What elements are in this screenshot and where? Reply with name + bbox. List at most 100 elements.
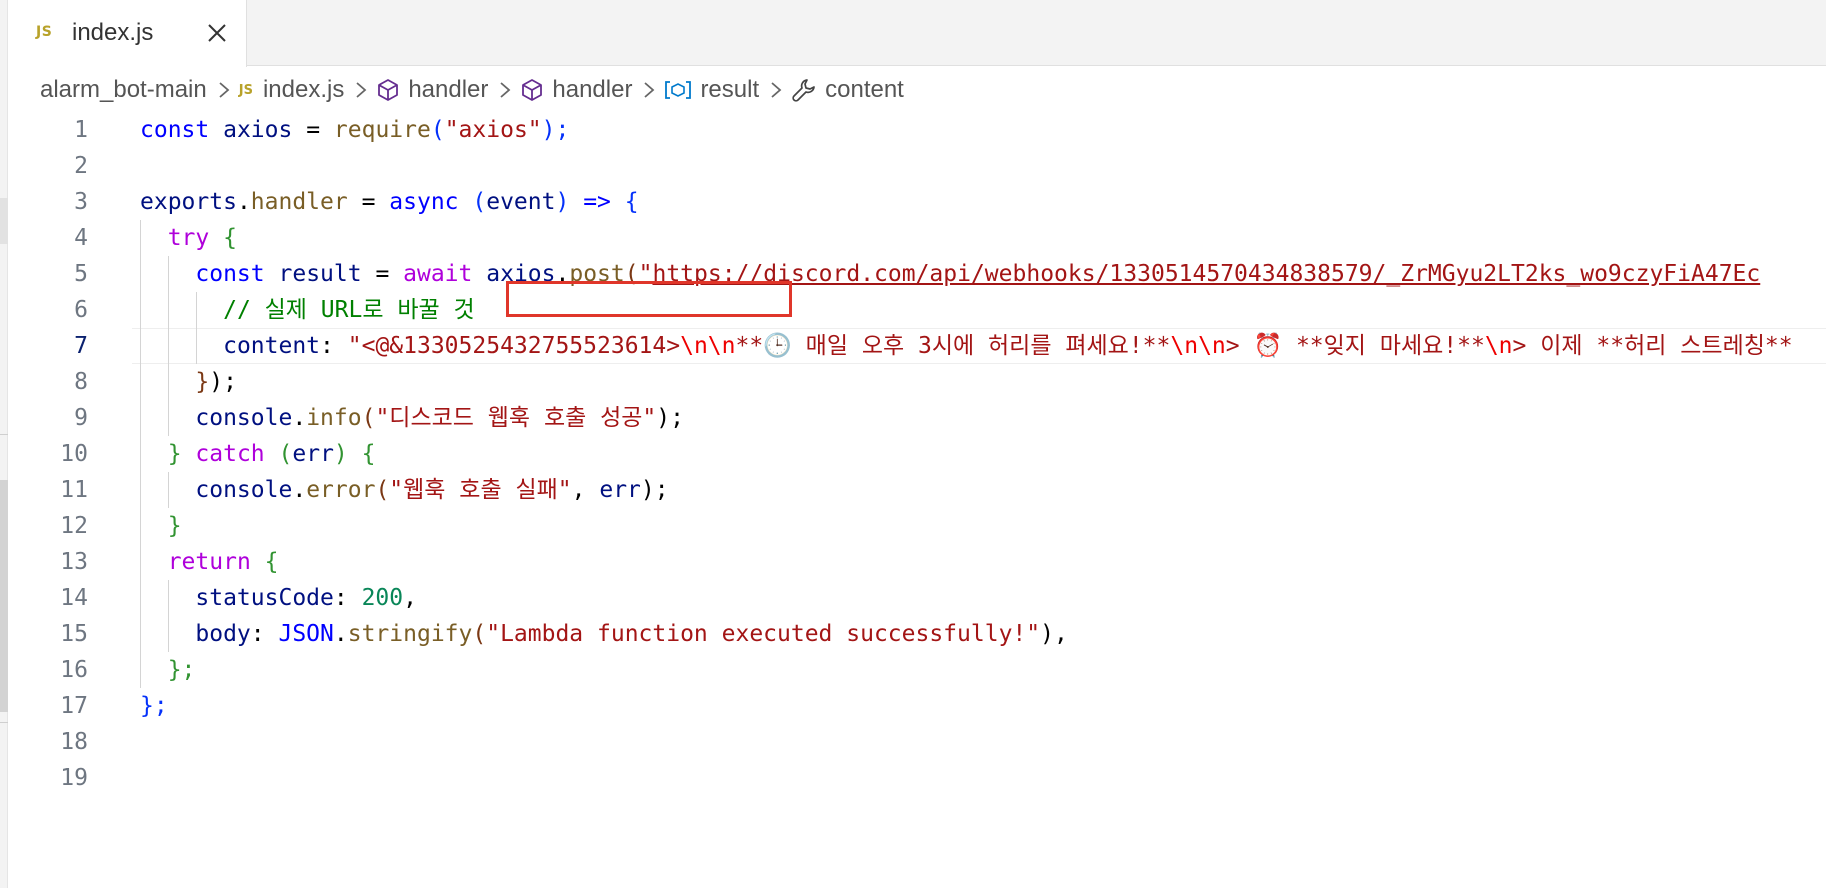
- indent-guide: [140, 580, 141, 616]
- code-token: body: [195, 621, 251, 647]
- line-number: 14: [60, 585, 88, 611]
- code-token: "디스코드 웹훅 호출 성공": [375, 405, 657, 431]
- code-token: .: [292, 477, 307, 503]
- code-line-current[interactable]: content: "<@&1330525432755523614>\n\n**🕒…: [132, 328, 1826, 364]
- indent-guide: [168, 472, 169, 508]
- breadcrumb-item-result[interactable]: result: [664, 76, 759, 104]
- close-icon[interactable]: [204, 20, 230, 46]
- breadcrumb-label: content: [825, 76, 904, 103]
- line-number: 16: [60, 657, 88, 683]
- line-number: 2: [74, 153, 88, 179]
- line-number: 6: [74, 297, 88, 323]
- breadcrumb-item-content[interactable]: content: [791, 76, 904, 104]
- code-token: .: [236, 189, 251, 215]
- indent-guide: [140, 220, 141, 256]
- code-token: console: [195, 405, 293, 431]
- line-number: 11: [60, 477, 88, 503]
- line-number: 8: [74, 369, 88, 395]
- code-token: .: [292, 405, 307, 431]
- breadcrumb-item-file[interactable]: JS index.js: [239, 76, 345, 104]
- tab-index-js[interactable]: JS index.js: [8, 0, 247, 67]
- code-token: =: [361, 261, 404, 287]
- code-token: return: [167, 549, 251, 575]
- line-number: 9: [74, 405, 88, 431]
- code-token: {: [610, 189, 639, 215]
- indent-guide: [196, 292, 197, 328]
- strip-indicator: [0, 198, 8, 244]
- code-token: statusCode: [195, 585, 334, 611]
- strip-scroll-thumb[interactable]: [0, 480, 8, 712]
- line-number-active: 7: [74, 333, 88, 359]
- code-token: :: [250, 621, 279, 647]
- line-number: 12: [60, 513, 88, 539]
- code-line[interactable]: [140, 760, 1826, 796]
- code-token: console: [195, 477, 293, 503]
- code-token: };: [167, 657, 196, 683]
- breadcrumb-label: result: [700, 76, 760, 103]
- wrench-icon: [792, 79, 815, 102]
- cube-icon: [522, 79, 543, 101]
- indent-guide: [168, 328, 169, 364]
- code-token: );: [209, 369, 237, 395]
- code-token: =: [292, 117, 334, 143]
- code-token: ,: [403, 585, 417, 611]
- breadcrumb: alarm_bot-main JS index.js handler handl…: [40, 72, 904, 108]
- code-token: err: [292, 441, 334, 467]
- code-line[interactable]: const result = await axios.post("https:/…: [140, 256, 1826, 292]
- code-line[interactable]: const axios = require("axios");: [140, 112, 1826, 148]
- code-line[interactable]: body: JSON.stringify("Lambda function ex…: [140, 616, 1826, 652]
- code-line[interactable]: [140, 148, 1826, 184]
- webhook-url-link[interactable]: https://discord.com/api/webhooks/1330514…: [652, 261, 1760, 287]
- code-line[interactable]: };: [140, 688, 1826, 724]
- code-token: {: [250, 549, 279, 575]
- indent-guide: [140, 256, 141, 292]
- code-line[interactable]: };: [140, 652, 1826, 688]
- code-token: {: [361, 441, 376, 467]
- code-line[interactable]: });: [140, 364, 1826, 400]
- code-editor[interactable]: 1 2 3 4 5 6 7 8 9 10 11 12 13 14 15 16 1…: [8, 112, 1826, 888]
- indent-guide: [140, 292, 141, 328]
- line-number: 19: [60, 765, 88, 791]
- indent-guide: [140, 364, 141, 400]
- indent-guide: [140, 616, 141, 652]
- code-line[interactable]: // 실제 URL로 바꿀 것: [140, 292, 1826, 328]
- code-token: axios: [223, 117, 293, 143]
- code-token: \n\n: [680, 333, 736, 359]
- breadcrumb-label: alarm_bot-main: [40, 76, 207, 103]
- line-number-gutter: 1 2 3 4 5 6 7 8 9 10 11 12 13 14 15 16 1…: [8, 112, 88, 796]
- code-line[interactable]: return {: [140, 544, 1826, 580]
- indent-guide: [168, 400, 169, 436]
- code-line[interactable]: try {: [140, 220, 1826, 256]
- code-token: }: [195, 369, 210, 395]
- indent-guide: [168, 292, 169, 328]
- code-line[interactable]: } catch (err) {: [140, 436, 1826, 472]
- code-line[interactable]: statusCode: 200,: [140, 580, 1826, 616]
- code-line[interactable]: }: [140, 508, 1826, 544]
- indent-guide: [140, 508, 141, 544]
- code-line[interactable]: exports.handler = async (event) => {: [140, 184, 1826, 220]
- breadcrumb-item-handler-2[interactable]: handler: [520, 76, 632, 104]
- line-number: 10: [60, 441, 88, 467]
- code-line[interactable]: [140, 724, 1826, 760]
- code-line[interactable]: console.error("웹훅 호출 실패", err);: [140, 472, 1826, 508]
- line-number: 13: [60, 549, 88, 575]
- code-token: JSON: [278, 621, 334, 647]
- line-number: 15: [60, 621, 88, 647]
- variable-icon: [665, 81, 692, 99]
- code-token: err: [599, 477, 641, 503]
- breadcrumb-item-handler[interactable]: handler: [376, 76, 488, 104]
- code-token: ),: [1040, 621, 1068, 647]
- code-line[interactable]: console.info("디스코드 웹훅 호출 성공");: [140, 400, 1826, 436]
- tab-bar: JS index.js: [8, 0, 1826, 67]
- code-token: catch: [195, 441, 265, 467]
- code-token: );: [640, 477, 669, 503]
- indent-guide: [168, 616, 169, 652]
- code-lines[interactable]: const axios = require("axios"); exports.…: [132, 112, 1826, 796]
- indent-guide: [140, 472, 141, 508]
- breadcrumb-item-folder[interactable]: alarm_bot-main: [40, 76, 207, 104]
- line-number: 3: [74, 189, 88, 215]
- js-file-icon: JS: [36, 24, 53, 40]
- chevron-right-icon: [642, 80, 656, 100]
- code-token: handler: [250, 189, 348, 215]
- code-token: ): [333, 441, 362, 467]
